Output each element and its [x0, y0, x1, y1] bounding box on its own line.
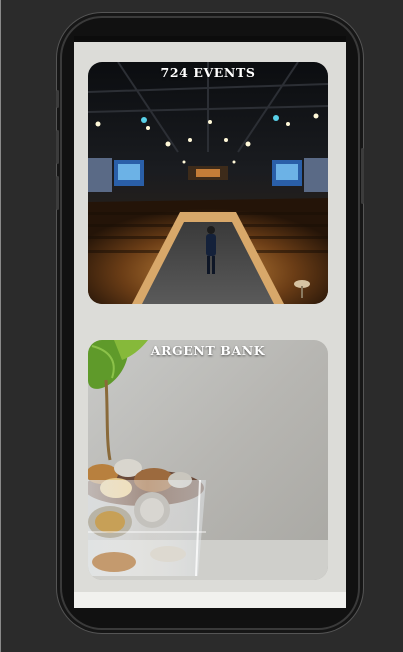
coin-jar-plant-photo	[88, 340, 328, 580]
project-card-724-events[interactable]: 724 EVENTS	[88, 62, 328, 304]
card-title: 724 EVENTS	[160, 65, 256, 80]
phone-screen: 724 EVENTS ARGENT BANK	[74, 42, 346, 608]
card-title: ARGENT BANK	[150, 343, 266, 358]
project-card-argent-bank[interactable]: ARGENT BANK	[88, 340, 328, 580]
phone-mockup: 724 EVENTS ARGENT BANK	[56, 18, 364, 628]
divider	[0, 0, 1, 652]
phone-power-button	[361, 148, 364, 204]
screen-bottom-bar	[74, 592, 346, 608]
phone-volume-down	[56, 176, 59, 210]
stage: 724 EVENTS ARGENT BANK	[0, 0, 403, 652]
conference-hall-photo	[88, 62, 328, 304]
phone-volume-up	[56, 130, 59, 164]
phone-mute-switch	[56, 90, 59, 108]
